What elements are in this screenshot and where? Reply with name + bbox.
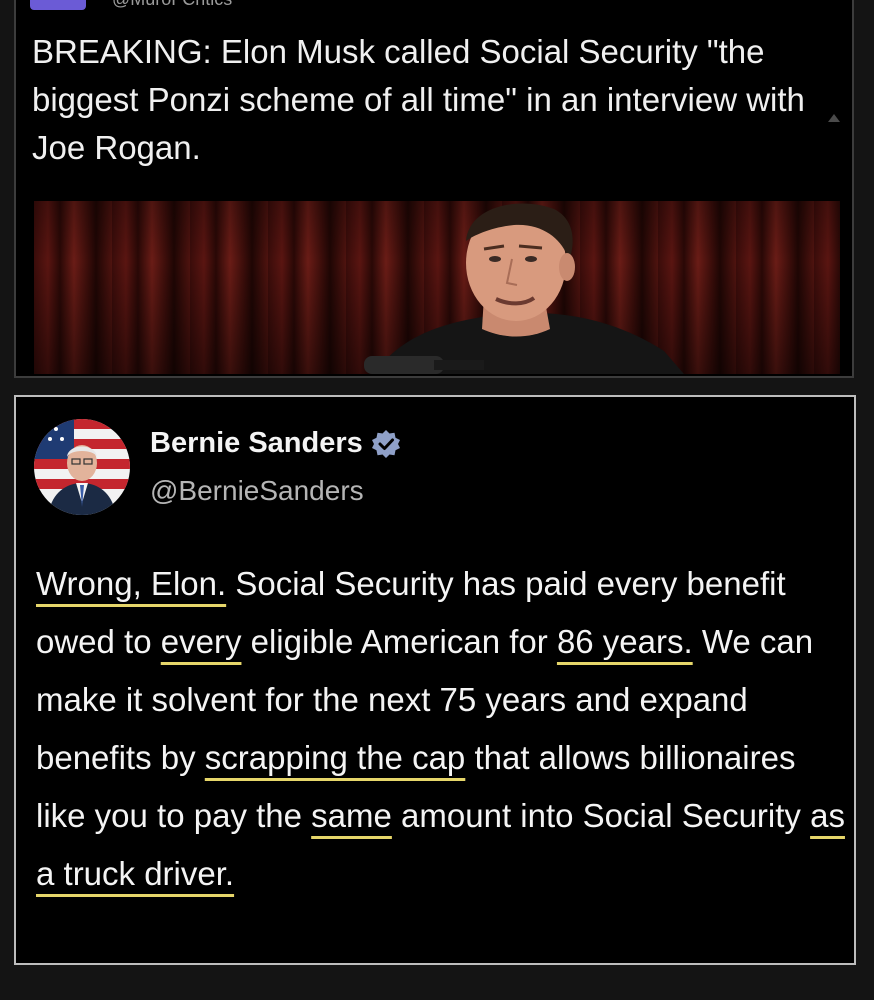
tweet-text: Wrong, Elon. Social Security has paid ev… bbox=[36, 555, 846, 903]
display-name[interactable]: Bernie Sanders bbox=[150, 427, 363, 460]
author-row: Bernie Sanders bbox=[150, 427, 401, 460]
tweet-text-part: amount into Social Security bbox=[391, 797, 811, 834]
tweet-text-part: Wrong, Elon. bbox=[36, 565, 227, 602]
video-thumbnail[interactable] bbox=[34, 201, 840, 374]
tweet-text-part: eligible American for bbox=[241, 623, 557, 660]
tweet-text-part: same bbox=[311, 797, 392, 834]
avatar-image bbox=[34, 419, 130, 515]
menu-caret-icon[interactable] bbox=[828, 114, 840, 122]
user-handle[interactable]: @BernieSanders bbox=[150, 475, 364, 507]
tweet-card[interactable]: Bernie Sanders @BernieSanders Wrong, Elo… bbox=[14, 395, 856, 965]
user-handle[interactable]: @MuroFCritics bbox=[112, 0, 232, 10]
tweet-text-part: scrapping the cap bbox=[204, 739, 466, 776]
tweet-text-part: 86 years. bbox=[556, 623, 693, 660]
tweet-text-part: every bbox=[160, 623, 242, 660]
verified-badge-icon bbox=[371, 429, 400, 458]
microphone-icon bbox=[364, 356, 484, 374]
avatar[interactable] bbox=[34, 419, 130, 515]
tweet-text: BREAKING: Elon Musk called Social Securi… bbox=[32, 33, 805, 166]
quoted-tweet-card[interactable]: @MuroFCritics BREAKING: Elon Musk called… bbox=[14, 0, 854, 378]
avatar[interactable] bbox=[30, 0, 86, 10]
